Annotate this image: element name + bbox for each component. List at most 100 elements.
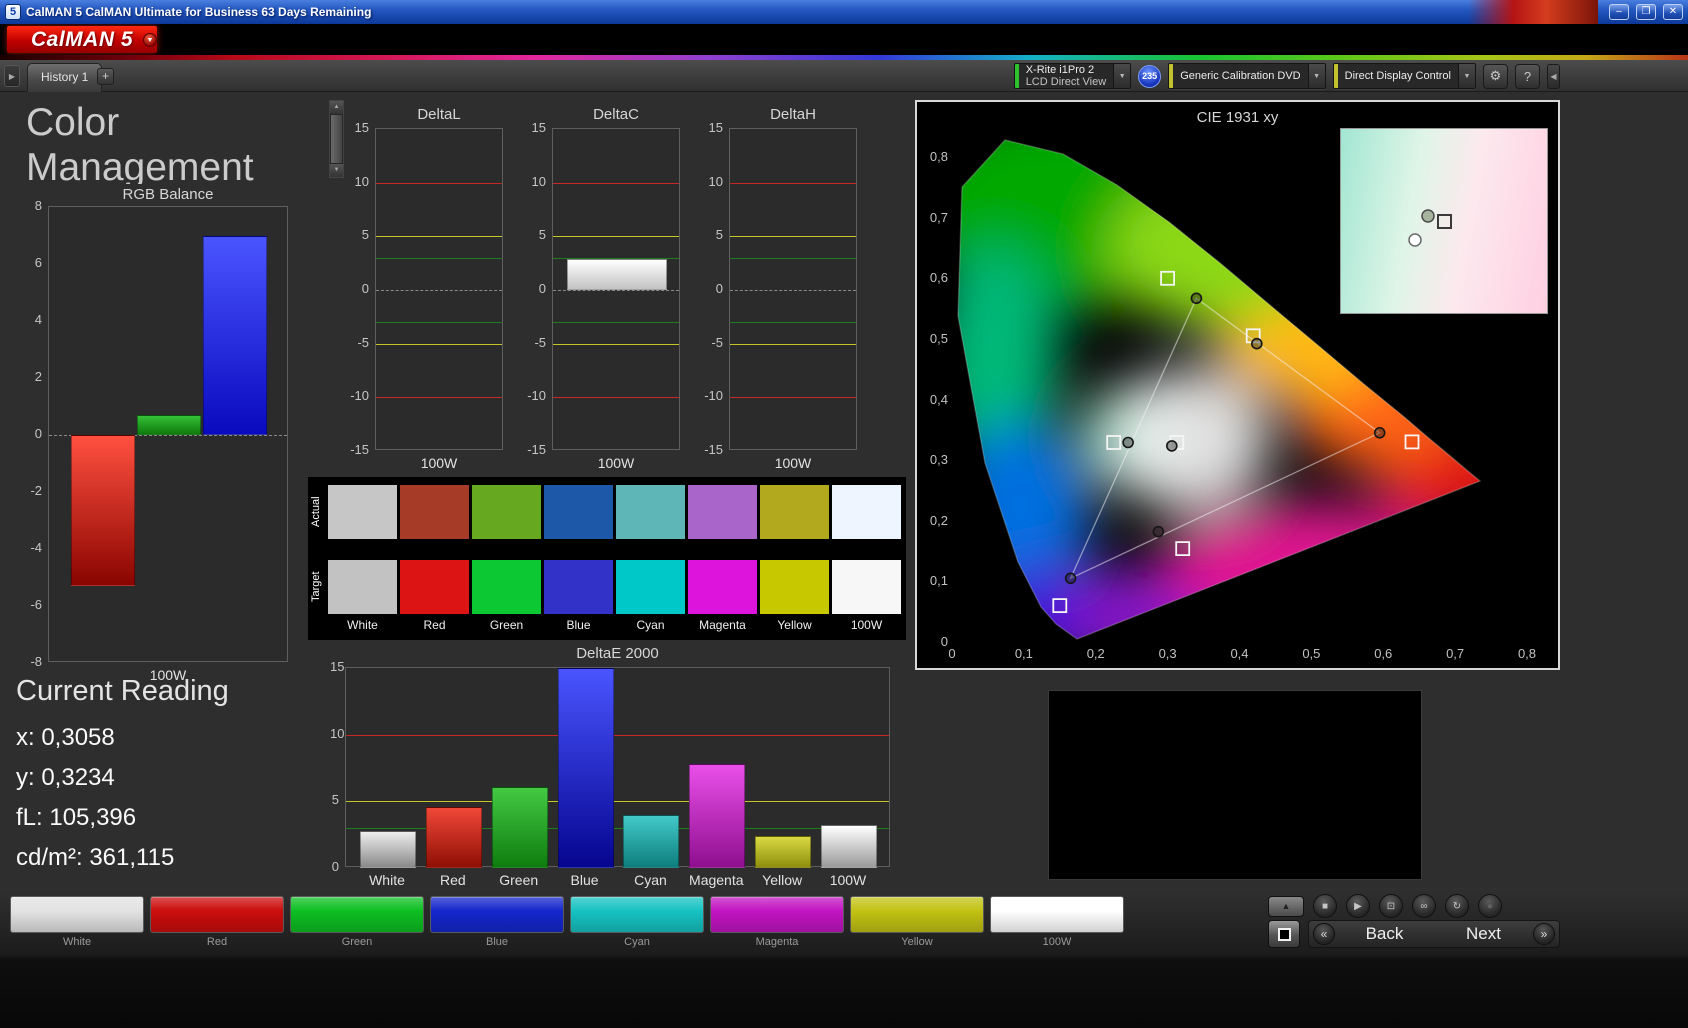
current-reading-title: Current Reading: [16, 675, 316, 708]
y-axis-tick-label: -10: [699, 388, 723, 403]
transport-stop-button[interactable]: ■: [1313, 894, 1337, 918]
cie-y-tick-label: 0,6: [921, 270, 948, 285]
meter-dropdown[interactable]: X-Rite i1Pro 2 LCD Direct View ▼: [1014, 63, 1132, 89]
deltae2000-chart: DeltaE 2000151050WhiteRedGreenBlueCyanMa…: [330, 645, 905, 895]
cie-x-tick-label: 0,8: [1507, 646, 1547, 661]
swatch-column-label: Red: [400, 618, 469, 632]
transport-record-button[interactable]: ●: [1478, 894, 1502, 918]
pattern-swatch-magenta[interactable]: Magenta: [710, 896, 844, 950]
transport-loop-button[interactable]: ∞: [1412, 894, 1436, 918]
settings-gear-button[interactable]: ⚙: [1483, 64, 1508, 89]
display-control-name: Direct Display Control: [1345, 70, 1451, 82]
pattern-swatch-color: [290, 896, 424, 933]
y-axis-tick-label: 10: [345, 174, 369, 189]
pattern-swatch-blue[interactable]: Blue: [430, 896, 564, 950]
collapse-toolbar-button[interactable]: ◀: [1547, 64, 1560, 89]
cie-measurement-green: [1191, 293, 1201, 303]
y-axis-tick-label: 5: [330, 792, 339, 807]
rgb-balance-chart: RGB Balance86420-2-4-6-8100W: [14, 186, 320, 691]
reference-line: [730, 397, 856, 398]
target-swatch-white: [328, 560, 397, 614]
deltal-chart: DeltaL151050-5-10-15100W: [345, 106, 505, 472]
chevron-down-icon[interactable]: ▼: [1113, 64, 1130, 88]
y-axis-tick-label: 0: [522, 281, 546, 296]
pattern-swatch-label: Cyan: [570, 936, 704, 948]
reference-line: [730, 322, 856, 323]
y-axis-tick-label: 15: [699, 120, 723, 135]
pattern-swatch-green[interactable]: Green: [290, 896, 424, 950]
transport-eject-button[interactable]: ▲: [1268, 896, 1304, 917]
chart-plot-area: [345, 667, 890, 867]
source-dropdown[interactable]: Generic Calibration DVD ▼: [1168, 63, 1325, 89]
transport-frame-button[interactable]: ⊡: [1379, 894, 1403, 918]
toolbar-right-cluster: X-Rite i1Pro 2 LCD Direct View ▼ 235 Gen…: [1014, 63, 1560, 89]
chevron-down-icon[interactable]: ▼: [1458, 64, 1475, 88]
target-swatch-red: [400, 560, 469, 614]
y-axis-tick-label: -10: [522, 388, 546, 403]
cie-x-tick-label: 0,6: [1363, 646, 1403, 661]
cie-y-tick-label: 0,3: [921, 452, 948, 467]
pattern-window-button[interactable]: [1268, 920, 1300, 948]
swatch-column-label: Green: [472, 618, 541, 632]
close-button[interactable]: ✕: [1663, 4, 1683, 20]
logo-bar: CalMAN 5 ▼: [0, 24, 1688, 55]
cie-y-tick-label: 0,8: [921, 149, 948, 164]
back-chevron-button[interactable]: «: [1313, 923, 1335, 945]
cie-x-tick-label: 0,1: [1004, 646, 1044, 661]
add-tab-button[interactable]: +: [97, 68, 114, 85]
next-chevron-button[interactable]: »: [1533, 923, 1555, 945]
help-button[interactable]: ?: [1515, 64, 1540, 89]
chart-title: DeltaL: [375, 106, 503, 123]
logo-dropdown-icon[interactable]: ▼: [143, 33, 157, 47]
layout-scrollbar[interactable]: ▲ ▼: [329, 100, 344, 178]
x-category-label: 100W: [803, 872, 893, 888]
reference-line: [346, 801, 889, 802]
swatch-column-label: Blue: [544, 618, 613, 632]
scroll-up-icon[interactable]: ▲: [330, 101, 343, 114]
meter-name: X-Rite i1Pro 2: [1026, 64, 1107, 76]
cie-measurement-white: [1167, 441, 1177, 451]
transport-play-button[interactable]: ▶: [1346, 894, 1370, 918]
display-control-dropdown[interactable]: Direct Display Control ▼: [1333, 63, 1476, 89]
pattern-swatch-white[interactable]: White: [10, 896, 144, 950]
pattern-swatch-cyan[interactable]: Cyan: [570, 896, 704, 950]
back-button[interactable]: Back: [1335, 924, 1434, 944]
reference-line: [376, 183, 502, 184]
bar-cyan: [623, 815, 679, 868]
y-axis-tick-label: 0: [345, 281, 369, 296]
scroll-down-icon[interactable]: ▼: [330, 164, 343, 177]
pattern-swatch-100w[interactable]: 100W: [990, 896, 1124, 950]
actual-swatch-magenta: [688, 485, 757, 539]
y-axis-tick-label: -5: [345, 335, 369, 350]
y-axis-tick-label: 15: [330, 659, 339, 674]
bar-red: [71, 435, 135, 586]
y-axis-tick-label: 0: [699, 281, 723, 296]
maximize-button[interactable]: ❐: [1636, 4, 1656, 20]
reference-line: [730, 344, 856, 345]
calman-application-window: { "window": { "title": "CalMAN 5 CalMAN …: [0, 0, 1688, 1028]
pattern-swatch-red[interactable]: Red: [150, 896, 284, 950]
zero-axis-line: [376, 290, 502, 291]
meter-count-badge[interactable]: 235: [1138, 65, 1161, 88]
panel-toggle-button[interactable]: ▶: [4, 65, 20, 87]
swatch-comparison-table: ActualTargetWhiteRedGreenBlueCyanMagenta…: [308, 477, 906, 640]
transport-controls: ▲ ■ ▶ ⊡ ∞ ↻ ●: [1268, 894, 1502, 918]
swatch-column-label: Cyan: [616, 618, 685, 632]
cie-x-tick-label: 0,5: [1291, 646, 1331, 661]
chevron-down-icon[interactable]: ▼: [1308, 64, 1325, 88]
transport-refresh-button[interactable]: ↻: [1445, 894, 1469, 918]
reference-line: [553, 322, 679, 323]
swatch-column-label: 100W: [832, 618, 901, 632]
cie-y-tick-label: 0,1: [921, 573, 948, 588]
swatch-column-label: Yellow: [760, 618, 829, 632]
reference-line: [376, 344, 502, 345]
scrollbar-thumb[interactable]: [331, 115, 342, 163]
pattern-swatch-yellow[interactable]: Yellow: [850, 896, 984, 950]
actual-swatch-cyan: [616, 485, 685, 539]
next-button[interactable]: Next: [1434, 924, 1533, 944]
y-axis-tick-label: 2: [14, 369, 42, 384]
minimize-button[interactable]: –: [1609, 4, 1629, 20]
cie-y-tick-label: 0,5: [921, 331, 948, 346]
tab-history-1[interactable]: History 1: [27, 63, 102, 92]
calman-logo[interactable]: CalMAN 5: [7, 26, 157, 53]
